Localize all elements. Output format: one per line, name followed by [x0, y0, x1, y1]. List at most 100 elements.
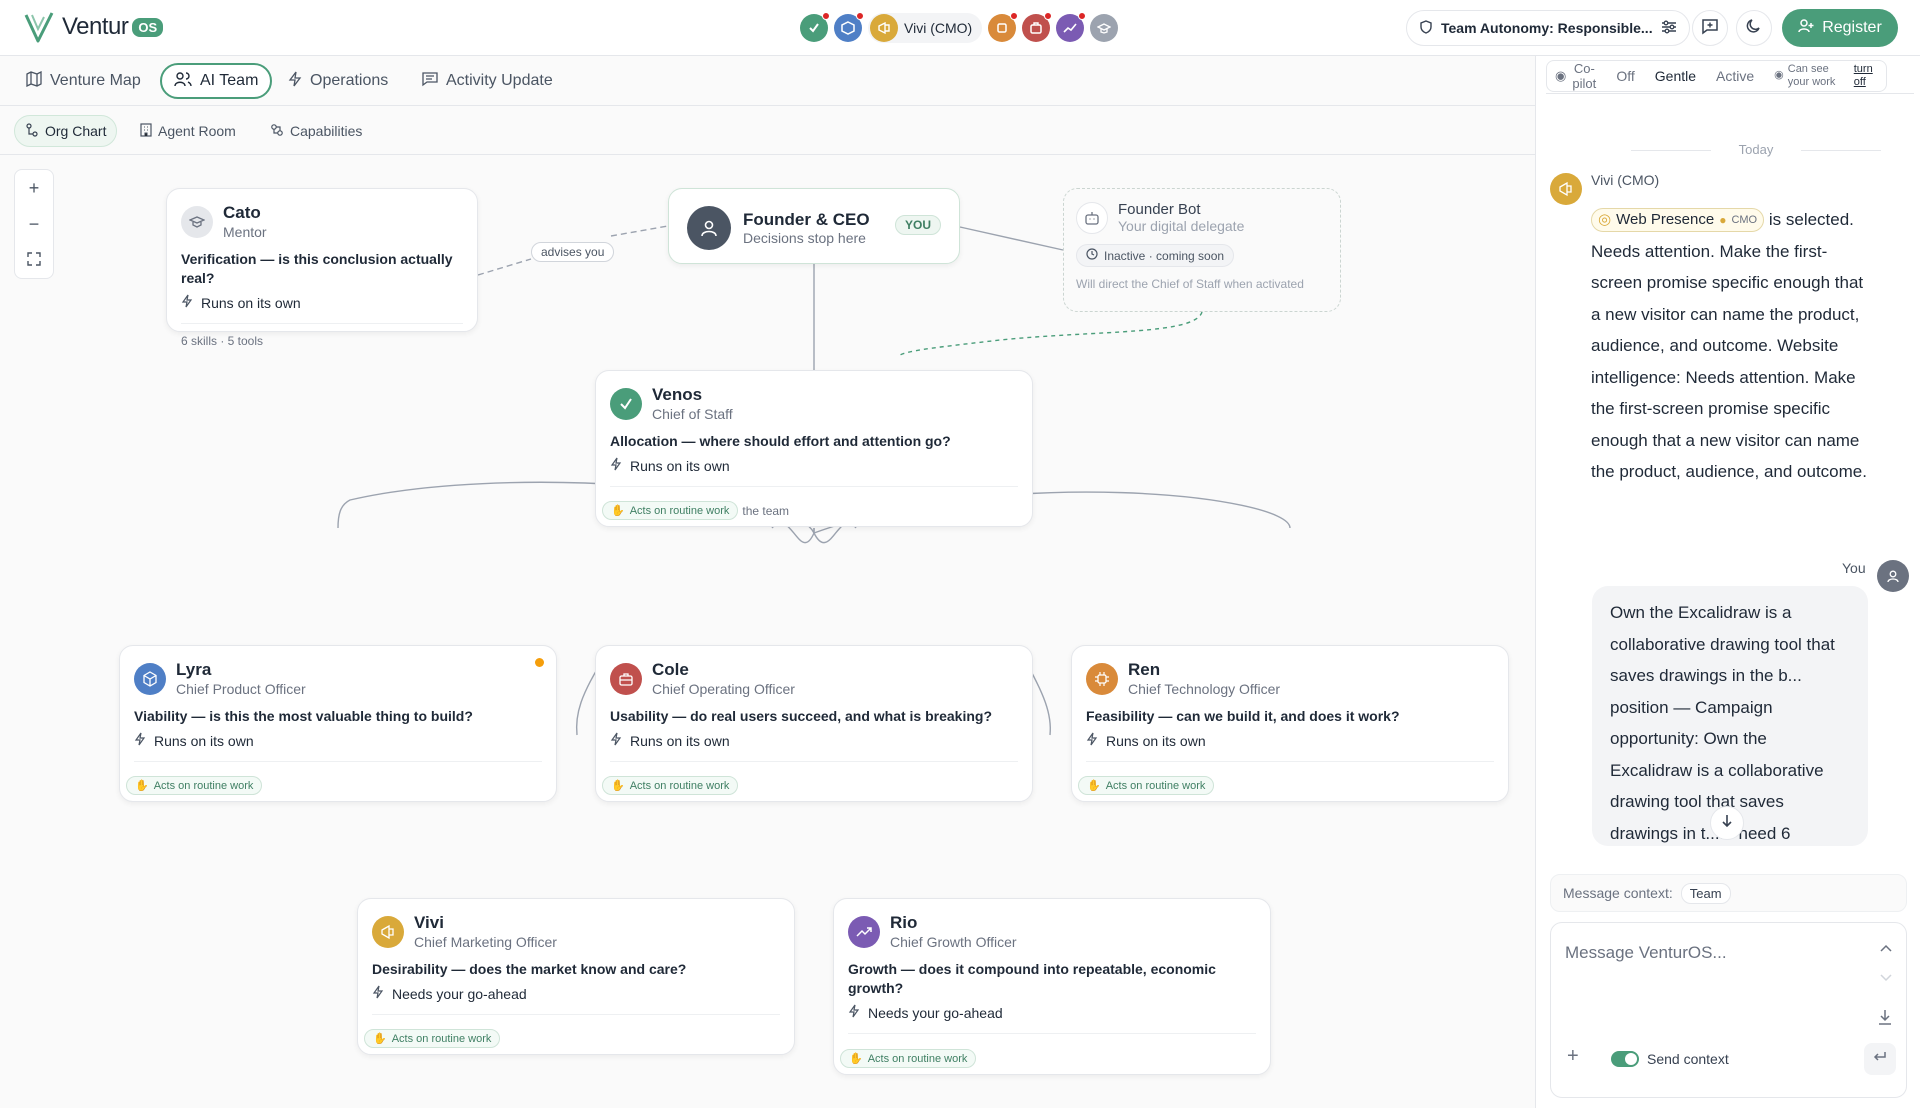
- message-plus-icon: [1701, 17, 1719, 40]
- bolt-icon: [848, 1004, 860, 1021]
- routine-work-chip: ✋ Acts on routine work: [840, 1049, 977, 1068]
- checkmark-icon: [610, 387, 642, 420]
- sliders-icon: [1661, 20, 1677, 37]
- agent-role: Chief Marketing Officer: [414, 934, 557, 950]
- agent-name: Ren: [1128, 660, 1161, 679]
- tab-label: Venture Map: [50, 72, 141, 89]
- app-logo[interactable]: Ventur OS: [24, 11, 164, 43]
- chip-label: Acts on routine work: [867, 1052, 968, 1065]
- zoom-out-icon[interactable]: −: [29, 214, 40, 235]
- org-card-rio[interactable]: Rio Chief Growth Officer Growth — does it…: [833, 898, 1271, 1075]
- chip-tag: CMO: [1731, 214, 1758, 226]
- message-input[interactable]: [1565, 943, 1845, 963]
- routine-work-chip: ✋ Acts on routine work: [126, 776, 263, 795]
- tab-label: Agent Room: [158, 123, 236, 139]
- tab-agent-room[interactable]: Agent Room: [130, 115, 246, 147]
- globe-icon: ◎: [1598, 211, 1612, 228]
- agent-cole-avatar[interactable]: [1022, 12, 1053, 42]
- copilot-option-off[interactable]: Off: [1606, 61, 1644, 91]
- send-context-label: Send context: [1647, 1051, 1729, 1067]
- bolt-icon: [288, 71, 302, 92]
- routine-work-chip: ✋ Acts on routine work: [364, 1029, 501, 1048]
- fit-view-icon[interactable]: [27, 250, 41, 271]
- org-card-cato[interactable]: Cato Mentor Verification — is this conclu…: [166, 188, 478, 348]
- chevron-down-icon[interactable]: [1880, 969, 1892, 987]
- copilot-option-gentle[interactable]: Gentle: [1645, 61, 1706, 91]
- copilot-bar: ◉ Co-pilot Off Gentle Active ◉ Can see y…: [1546, 56, 1914, 94]
- team-autonomy-label: Team Autonomy: Responsible...: [1441, 20, 1653, 36]
- tab-activity-update[interactable]: Activity Update: [410, 63, 565, 99]
- team-autonomy-button[interactable]: Team Autonomy: Responsible...: [1406, 10, 1690, 46]
- divider: [1086, 761, 1494, 762]
- copilot-option-active[interactable]: Active: [1706, 61, 1764, 91]
- org-chart-canvas[interactable]: + − Cato Mentor Verification — is this co…: [0, 155, 1535, 1108]
- tab-capabilities[interactable]: Capabilities: [260, 115, 372, 147]
- agent-rio-avatar[interactable]: [1056, 12, 1087, 42]
- agent-role: Chief Technology Officer: [1128, 681, 1281, 697]
- cmo-icon: ●: [1719, 213, 1727, 227]
- web-presence-chip[interactable]: ◎ Web Presence ● CMO: [1591, 208, 1765, 232]
- scroll-to-bottom-button[interactable]: [1710, 806, 1744, 840]
- ceo-title: Founder & CEO: [743, 210, 870, 229]
- agent-question: Allocation — where should effort and att…: [610, 433, 951, 449]
- divider: [181, 323, 463, 324]
- plus-icon[interactable]: +: [1567, 1045, 1579, 1068]
- app-name: Ventur: [62, 13, 129, 40]
- org-card-lyra[interactable]: Lyra Chief Product Officer Viability — is…: [119, 645, 557, 802]
- org-chart-icon: [25, 122, 39, 140]
- bot-role: Your digital delegate: [1118, 218, 1245, 234]
- main-nav: Venture Map AI Team Operations Activity …: [0, 56, 1535, 106]
- top-bar: Ventur OS Vivi (CMO) Team Autonomy: Resp…: [0, 0, 1920, 56]
- tab-label: Activity Update: [446, 72, 553, 89]
- org-card-founder-bot[interactable]: Founder Bot Your digital delegate Inactiv…: [1063, 188, 1341, 312]
- register-button[interactable]: Register: [1782, 9, 1898, 47]
- message-icon: [422, 71, 438, 92]
- user-icon: [687, 206, 731, 250]
- tab-ai-team[interactable]: AI Team: [160, 63, 273, 99]
- feedback-button[interactable]: [1692, 10, 1728, 46]
- routine-work-chip: ✋ Acts on routine work: [602, 501, 739, 520]
- agent-strip: Vivi (CMO): [800, 12, 1119, 43]
- copilot-panel: ◉ Co-pilot Off Gentle Active ◉ Can see y…: [1535, 56, 1920, 1108]
- agent-venos-avatar[interactable]: [800, 12, 830, 42]
- chip-label: Web Presence: [1616, 211, 1715, 228]
- send-button[interactable]: [1864, 1043, 1896, 1075]
- send-context-toggle[interactable]: Send context: [1611, 1051, 1729, 1067]
- zoom-controls: + −: [14, 169, 54, 279]
- divider: [610, 761, 1018, 762]
- org-card-cole[interactable]: Cole Chief Operating Officer Usability — …: [595, 645, 1033, 802]
- arrow-down-icon: [1721, 814, 1733, 833]
- chevron-up-icon[interactable]: [1880, 941, 1892, 959]
- theme-toggle-button[interactable]: [1736, 10, 1772, 46]
- users-icon: [174, 71, 192, 92]
- agent-name: Cole: [652, 660, 689, 679]
- org-card-ren[interactable]: Ren Chief Technology Officer Feasibility …: [1071, 645, 1509, 802]
- agent-name: Vivi: [414, 913, 444, 932]
- context-team-chip[interactable]: Team: [1680, 882, 1731, 904]
- active-agent-pill[interactable]: Vivi (CMO): [868, 13, 983, 43]
- zoom-in-icon[interactable]: +: [29, 178, 40, 199]
- agent-name: Venos: [652, 385, 703, 404]
- agent-question: Viability — is this the most valuable th…: [134, 708, 473, 724]
- briefcase-icon: [610, 662, 642, 695]
- chip-processor-icon: [1086, 662, 1118, 695]
- toggle-switch[interactable]: [1611, 1051, 1639, 1067]
- tab-org-chart[interactable]: Org Chart: [14, 115, 118, 147]
- agent-lyra-avatar[interactable]: [834, 12, 864, 42]
- org-card-venos[interactable]: Venos Chief of Staff Allocation — where s…: [595, 370, 1033, 527]
- agent-cato-avatar[interactable]: [1090, 14, 1119, 42]
- tab-venture-map[interactable]: Venture Map: [14, 63, 153, 99]
- org-card-ceo[interactable]: Founder & CEO Decisions stop here YOU: [668, 188, 960, 264]
- bolt-icon: [134, 732, 146, 749]
- org-card-vivi[interactable]: Vivi Chief Marketing Officer Desirability…: [357, 898, 795, 1055]
- agent-ren-avatar[interactable]: [988, 12, 1019, 42]
- turn-off-link[interactable]: turn off: [1854, 63, 1876, 89]
- tab-label: Capabilities: [290, 123, 363, 139]
- tab-operations[interactable]: Operations: [276, 63, 400, 99]
- agent-name: Lyra: [176, 660, 212, 679]
- download-icon[interactable]: [1878, 1009, 1892, 1030]
- agent-role: Chief Operating Officer: [652, 681, 795, 697]
- agent-role: Chief of Staff: [652, 406, 733, 422]
- bot-status-badge: Inactive · coming soon: [1076, 244, 1235, 267]
- attention-dot: [535, 658, 544, 667]
